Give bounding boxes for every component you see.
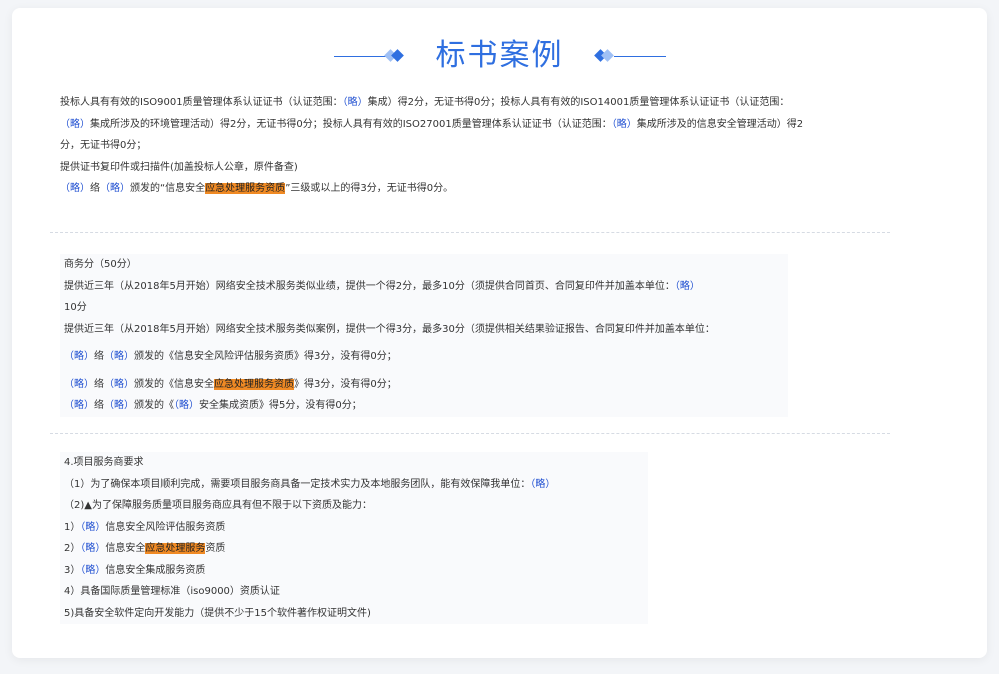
omitted-mark: （略） bbox=[174, 400, 199, 411]
paragraph: 3）（略）信息安全集成服务资质 bbox=[64, 564, 206, 576]
highlighted-text: 应急处理服务资质 bbox=[205, 183, 286, 194]
omitted-mark: （略） bbox=[104, 400, 134, 411]
title-decoration-left bbox=[333, 49, 406, 63]
divider bbox=[50, 232, 890, 233]
omitted-mark: （略） bbox=[80, 564, 106, 576]
omitted-mark: （略） bbox=[64, 400, 94, 411]
page-title: 标书案例 bbox=[435, 38, 564, 73]
highlighted-text: 应急处理服务资质 bbox=[214, 378, 294, 390]
paragraph: 4.项目服务商要求 bbox=[64, 457, 144, 468]
paragraph: 提供近三年（从2018年5月开始）网络安全技术服务类似业绩，提供一个得2分，最多… bbox=[64, 280, 700, 292]
omitted-mark: （略） bbox=[60, 183, 90, 194]
omitted-mark: （略） bbox=[674, 280, 700, 292]
paragraph: （略）络（略）颁发的“信息安全应急处理服务资质”三级或以上的得3分，无证书得0分… bbox=[60, 183, 454, 194]
omitted-mark: （略） bbox=[104, 351, 134, 362]
section-iso-certification: 投标人具有有效的ISO9001质量管理体系认证证书（认证范围：（略）集成）得2分… bbox=[60, 92, 810, 200]
paragraph: 提供证书复印件或扫描件(加盖投标人公章，原件备查) bbox=[60, 161, 298, 173]
omitted-mark: （略） bbox=[530, 478, 556, 490]
paragraph: 2）（略）信息安全应急处理服务资质 bbox=[64, 543, 226, 554]
paragraph: 1）（略）信息安全风险评估服务资质 bbox=[64, 521, 226, 533]
omitted-mark: （略） bbox=[104, 378, 134, 390]
paragraph: （略）络（略）颁发的《（略）安全集成资质》得5分，没有得0分； bbox=[64, 400, 362, 411]
paragraph: （1）为了确保本项目顺利完成，需要项目服务商具备一定技术实力及本地服务团队，能有… bbox=[64, 478, 556, 490]
omitted-mark: （略） bbox=[611, 118, 637, 130]
section-vendor-requirements: 4.项目服务商要求 （1）为了确保本项目顺利完成，需要项目服务商具备一定技术实力… bbox=[60, 452, 648, 624]
omitted-mark: （略） bbox=[342, 97, 368, 108]
paragraph: 投标人具有有效的ISO9001质量管理体系认证证书（认证范围：（略）集成）得2分… bbox=[60, 97, 804, 151]
omitted-mark: （略） bbox=[80, 521, 106, 533]
divider bbox=[50, 433, 890, 434]
highlighted-text: 应急处理服务 bbox=[145, 543, 206, 554]
omitted-mark: （略） bbox=[100, 183, 130, 194]
title-row: 标书案例 bbox=[12, 36, 987, 76]
paragraph: （略）络（略）颁发的《信息安全风险评估服务资质》得3分，没有得0分； bbox=[64, 351, 397, 362]
paragraph: （2)▲为了保障服务质量项目服务商应具有但不限于以下资质及能力： bbox=[64, 500, 372, 511]
omitted-mark: （略） bbox=[60, 118, 90, 130]
omitted-mark: （略） bbox=[80, 543, 106, 554]
paragraph: 5)具备安全软件定向开发能力（提供不少于15个软件著作权证明文件) bbox=[64, 607, 371, 619]
title-decoration-right bbox=[593, 49, 666, 63]
paragraph: 提供近三年（从2018年5月开始）网络安全技术服务类似案例，提供一个得3分，最多… bbox=[64, 323, 715, 335]
paragraph: （略）络（略）颁发的《信息安全应急处理服务资质》得3分，没有得0分； bbox=[64, 378, 397, 390]
paragraph: 10分 bbox=[64, 302, 87, 313]
section-business-score: 商务分（50分） 提供近三年（从2018年5月开始）网络安全技术服务类似业绩，提… bbox=[60, 254, 788, 417]
paragraph: 4）具备国际质量管理标准（iso9000）资质认证 bbox=[64, 586, 280, 597]
omitted-mark: （略） bbox=[64, 378, 94, 390]
omitted-mark: （略） bbox=[64, 351, 94, 362]
paragraph: 商务分（50分） bbox=[64, 259, 137, 270]
